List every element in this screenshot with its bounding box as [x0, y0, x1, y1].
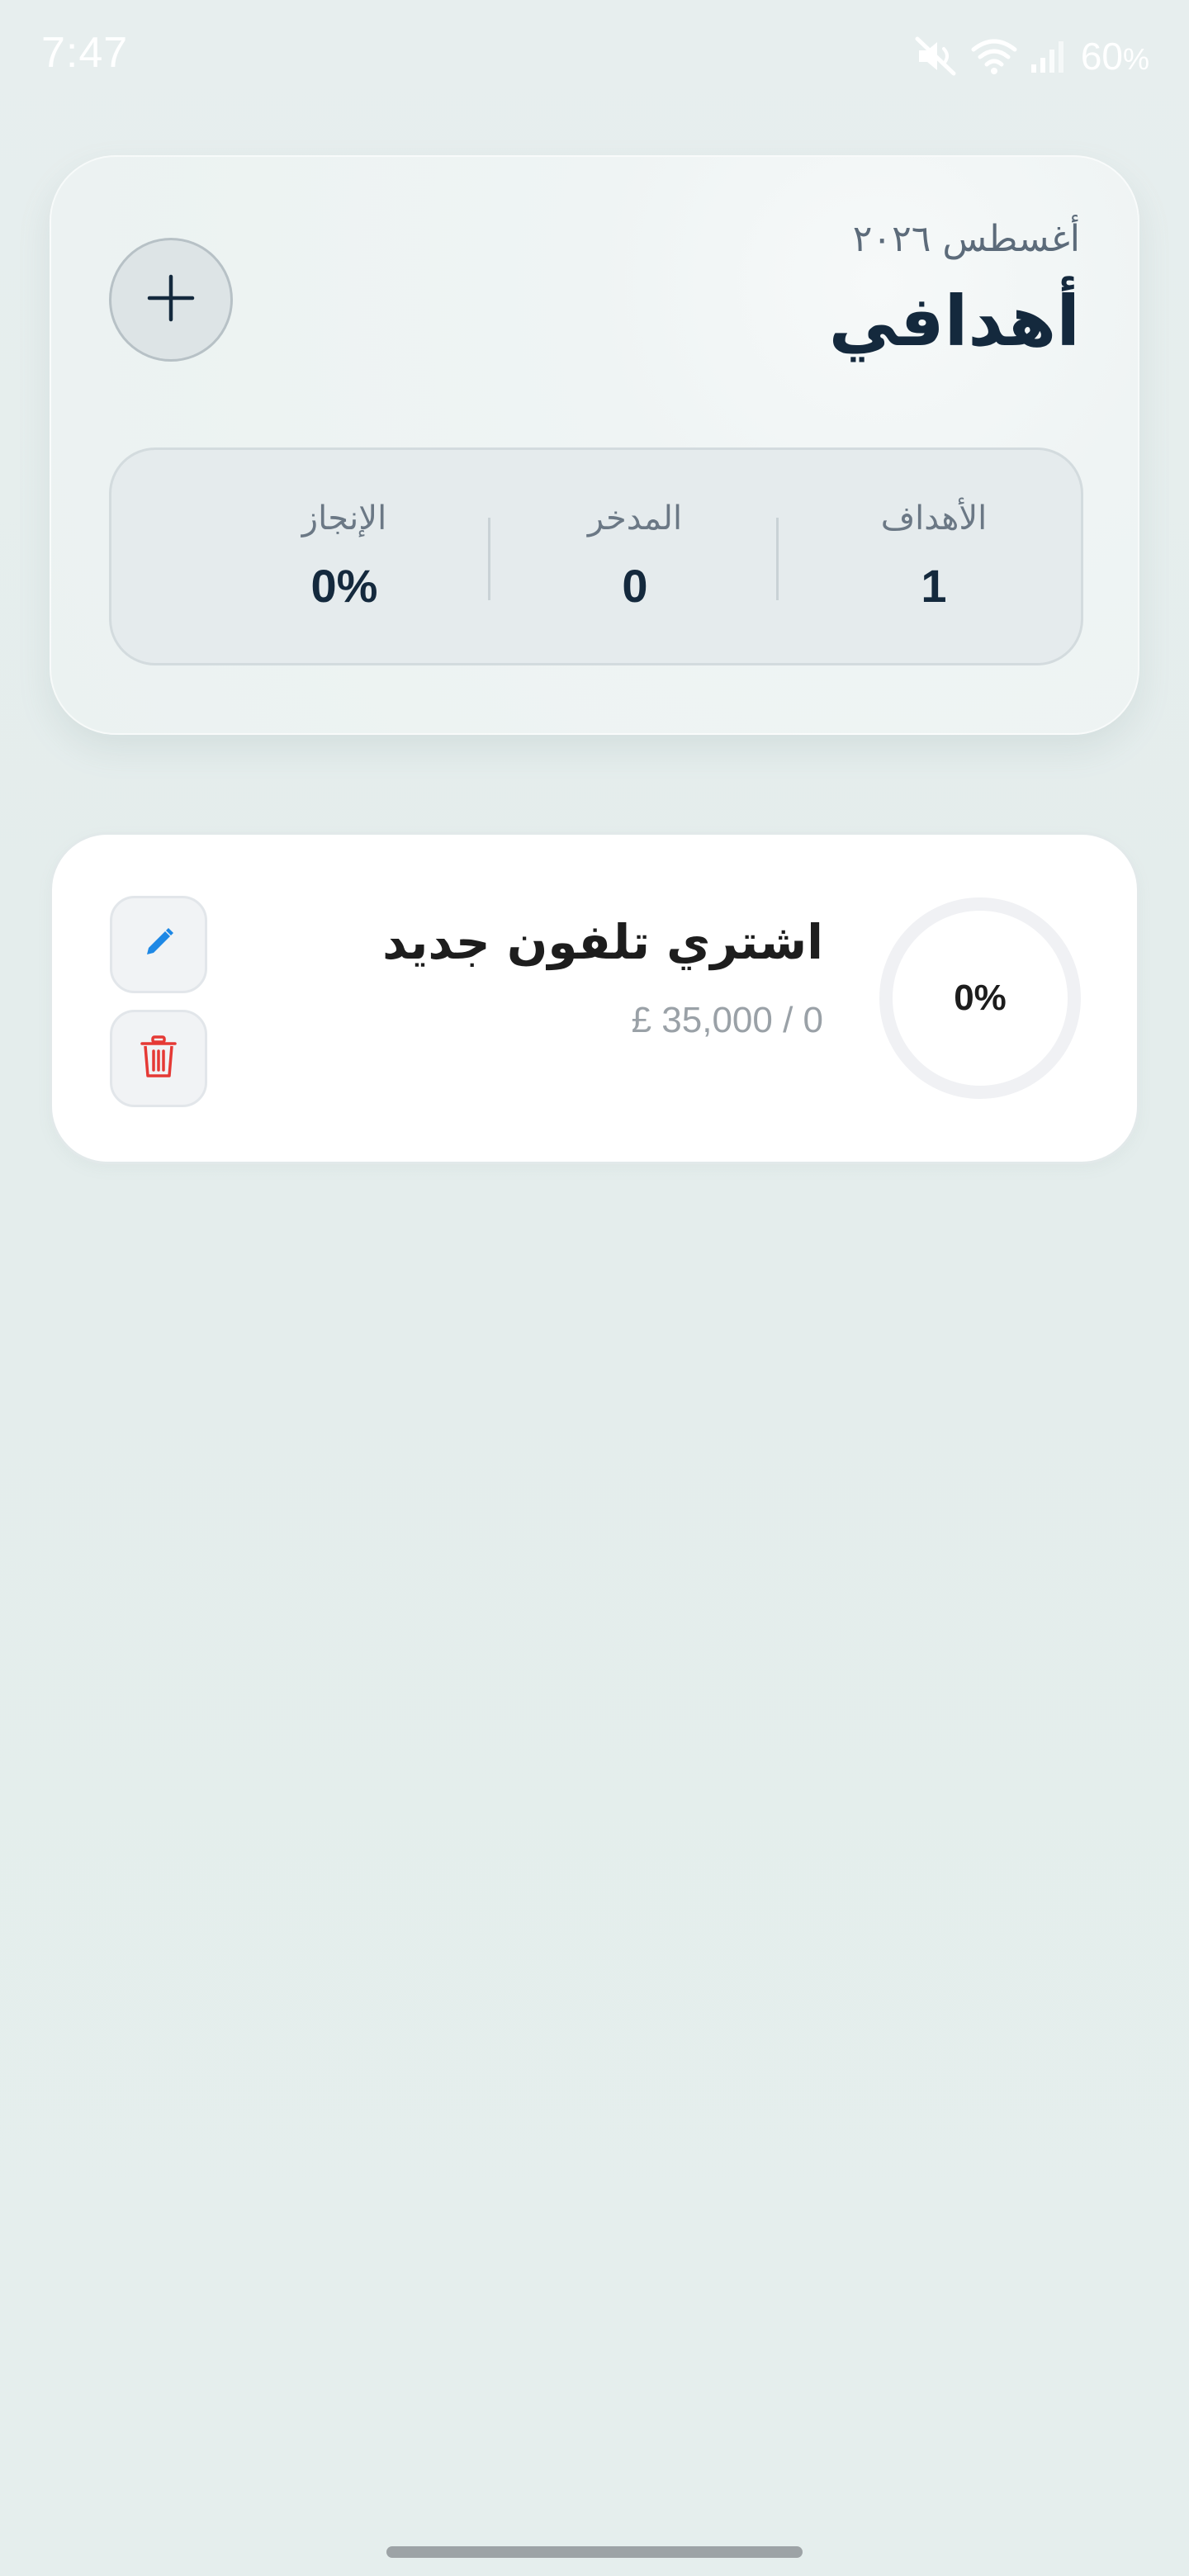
pencil-icon [140, 925, 177, 964]
delete-goal-button[interactable] [110, 1010, 207, 1107]
status-time: 7:47 [41, 29, 129, 77]
plus-icon [144, 272, 197, 328]
edit-goal-button[interactable] [110, 896, 207, 993]
trash-icon [140, 1035, 178, 1082]
stat-saved: المدخر 0 [503, 450, 767, 668]
mute-icon [914, 36, 959, 77]
status-icons: 60% [914, 31, 1149, 81]
goal-name: اشتري تلفون جديد [382, 914, 823, 970]
stat-divider [776, 518, 779, 600]
stat-achievement: الإنجاز 0% [212, 450, 476, 668]
stat-goals: الأهداف 1 [802, 450, 1066, 668]
wifi-icon [970, 36, 1018, 76]
stat-saved-label: المدخر [587, 500, 683, 537]
goal-card[interactable]: 0% اشتري تلفون جديد £ 35,000 / 0 [50, 832, 1139, 1164]
stats-panel: الأهداف 1 المدخر 0 الإنجاز 0% [109, 447, 1083, 665]
battery-value: 60 [1080, 35, 1123, 78]
home-indicator[interactable] [386, 2546, 803, 2558]
page-title: أهدافي [828, 281, 1080, 362]
status-bar: 7:47 60% [0, 0, 1189, 107]
signal-icon [1030, 38, 1069, 74]
stat-goals-value: 1 [921, 560, 947, 612]
battery-level: 60% [1081, 34, 1149, 78]
stat-goals-label: الأهداف [880, 500, 988, 537]
progress-percent: 0% [954, 978, 1007, 1018]
summary-card: أغسطس ٢٠٢٦ أهدافي الأهداف 1 المدخر 0 الإ… [50, 155, 1139, 735]
stat-achievement-label: الإنجاز [301, 500, 387, 537]
add-goal-button[interactable] [109, 238, 233, 362]
stat-divider [488, 518, 490, 600]
stat-achievement-value: 0% [310, 560, 378, 612]
current-month: أغسطس ٢٠٢٦ [852, 218, 1080, 260]
stat-saved-value: 0 [622, 560, 648, 612]
battery-unit: % [1122, 42, 1149, 76]
goal-amount: £ 35,000 / 0 [631, 1000, 823, 1040]
